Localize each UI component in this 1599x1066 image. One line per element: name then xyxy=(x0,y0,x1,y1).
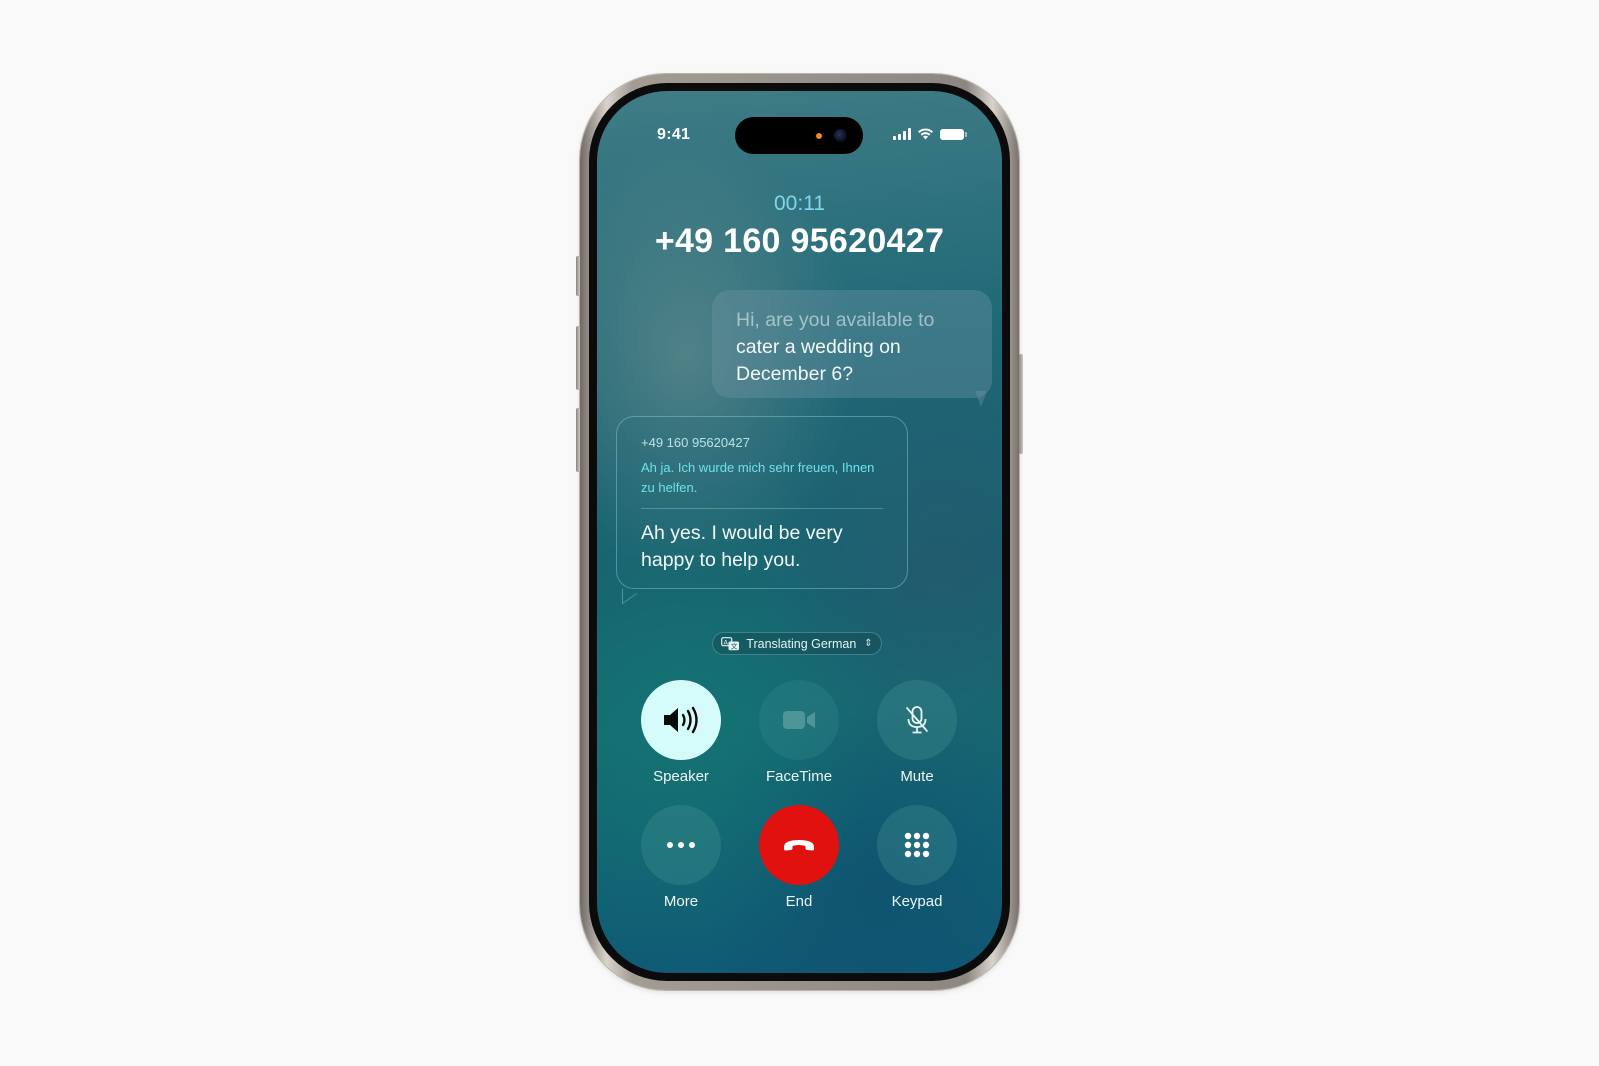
keypad-control: Keypad xyxy=(877,805,957,910)
end-call-button[interactable] xyxy=(759,805,839,885)
mute-control: Mute xyxy=(877,680,957,785)
translation-pill-label: Translating German xyxy=(746,636,857,651)
stage: 9:41 00:11 +49 160 95620427 Hi, are you … xyxy=(0,0,1599,1066)
iphone-frame: 9:41 00:11 +49 160 95620427 Hi, are you … xyxy=(576,74,1023,990)
front-camera xyxy=(834,129,847,142)
status-icons xyxy=(893,128,967,140)
outgoing-message-line: December 6? xyxy=(736,363,854,385)
original-german-text: Ah ja. Ich wurde mich sehr freuen, Ihnen… xyxy=(641,458,883,509)
cellular-signal-icon xyxy=(893,128,911,140)
speaker-icon xyxy=(664,706,698,734)
call-timer: 00:11 xyxy=(774,192,825,215)
battery-icon xyxy=(940,128,967,140)
end-control: End xyxy=(759,805,839,910)
more-control: More xyxy=(641,805,721,910)
action-button xyxy=(576,256,580,296)
volume-down-button xyxy=(576,408,580,472)
more-button[interactable] xyxy=(641,805,721,885)
more-label: More xyxy=(663,893,699,910)
svg-text:文: 文 xyxy=(731,641,738,650)
wifi-icon xyxy=(918,128,933,140)
video-camera-icon xyxy=(783,711,815,729)
side-button xyxy=(1019,354,1023,454)
dynamic-island xyxy=(735,117,863,154)
status-time: 9:41 xyxy=(657,126,691,143)
incoming-caller-label: +49 160 95620427 xyxy=(641,435,750,450)
mic-off-icon xyxy=(906,706,928,734)
caller-number: +49 160 95620427 xyxy=(654,222,945,260)
facetime-button[interactable] xyxy=(759,680,839,760)
translated-text: Ah yes. I would be very happy to help yo… xyxy=(641,522,843,571)
mic-indicator-dot xyxy=(816,133,822,139)
facetime-control: FaceTime xyxy=(759,680,839,785)
chevron-up-down-icon: ⇕ xyxy=(864,638,873,649)
facetime-label: FaceTime xyxy=(765,768,833,785)
translate-icon: A 文 xyxy=(721,636,740,650)
mute-button[interactable] xyxy=(877,680,957,760)
mute-label: Mute xyxy=(900,768,934,785)
speaker-label: Speaker xyxy=(653,768,709,785)
ellipsis-icon xyxy=(667,842,695,848)
call-screen: 9:41 00:11 +49 160 95620427 Hi, are you … xyxy=(597,91,1002,973)
outgoing-message-bubble: Hi, are you available to cater a wedding… xyxy=(712,290,992,398)
translation-language-picker[interactable]: A 文 Translating German ⇕ xyxy=(712,632,882,655)
hang-up-icon xyxy=(784,840,814,851)
keypad-button[interactable] xyxy=(877,805,957,885)
outgoing-message-line: cater a wedding on xyxy=(736,336,901,358)
speaker-control: Speaker xyxy=(641,680,721,785)
volume-up-button xyxy=(576,326,580,390)
outgoing-message-line: Hi, are you available to xyxy=(736,309,935,331)
keypad-label: Keypad xyxy=(891,893,943,910)
keypad-icon xyxy=(904,832,930,858)
svg-text:A: A xyxy=(724,638,729,646)
speaker-button[interactable] xyxy=(641,680,721,760)
end-label: End xyxy=(785,893,813,910)
incoming-message-bubble: +49 160 95620427 Ah ja. Ich wurde mich s… xyxy=(616,416,908,589)
